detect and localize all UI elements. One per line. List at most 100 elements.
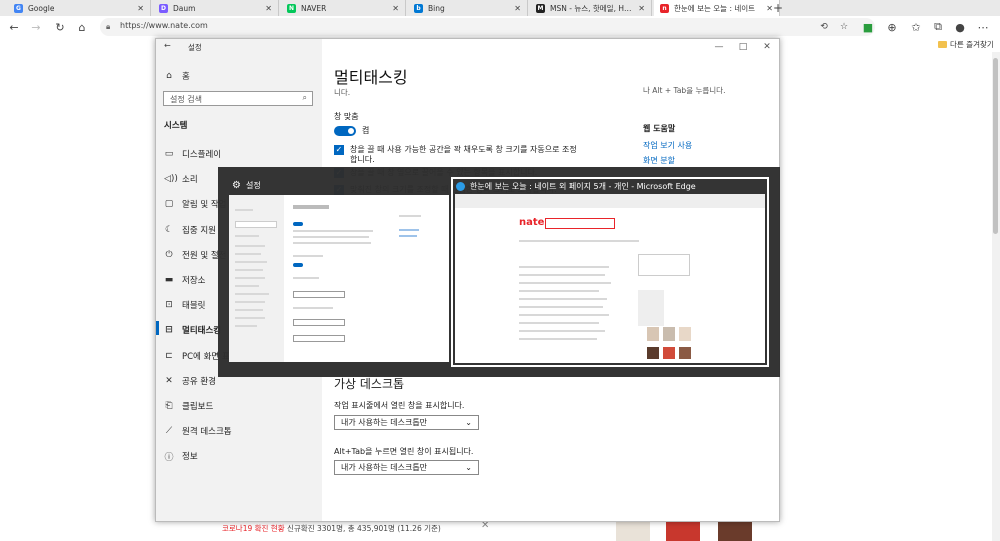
folder-icon: [938, 41, 947, 48]
edge-icon: [456, 182, 465, 191]
gear-icon: ⚙: [232, 180, 241, 191]
description-text: 니다.: [334, 88, 351, 97]
browser-tab[interactable]: D Daum ✕: [153, 0, 279, 16]
address-bar[interactable]: [100, 18, 875, 36]
back-arrow-icon[interactable]: ←: [164, 41, 171, 50]
translate-icon[interactable]: ⟲: [816, 16, 832, 38]
new-tab-button[interactable]: +: [773, 1, 783, 15]
tab-close-icon[interactable]: ✕: [265, 4, 272, 13]
close-window-icon[interactable]: ✕: [756, 39, 778, 55]
back-icon[interactable]: ←: [6, 16, 22, 38]
search-placeholder: 설정 검색: [170, 95, 202, 104]
favorites-icon[interactable]: ✩: [908, 16, 924, 38]
browser-tab[interactable]: b Bing ✕: [408, 0, 528, 16]
profile-icon[interactable]: ●: [952, 16, 968, 38]
maximize-icon[interactable]: □: [732, 39, 754, 55]
sidebar-item-label: 소리: [182, 175, 198, 186]
alttab-preview-settings[interactable]: [229, 195, 449, 362]
alttab-preview-edge[interactable]: nate: [455, 194, 765, 363]
speaker-icon: ◁)): [164, 174, 178, 185]
checkbox-icon[interactable]: ✓: [334, 145, 344, 155]
collections-icon[interactable]: ⧉: [930, 16, 946, 38]
sidebar-item-label: 집중 지원: [182, 225, 216, 236]
tab-label: 한눈에 보는 오늘 : 네이트: [674, 3, 756, 13]
forward-icon[interactable]: →: [28, 16, 44, 38]
refresh-icon[interactable]: ↻: [52, 16, 68, 38]
taskbar-dropdown[interactable]: 내가 사용하는 데스크톱만 ⌄: [334, 415, 479, 430]
remote-icon: ⟋: [165, 426, 173, 437]
taskbar-label: 작업 표시줄에서 열린 창을 표시합니다.: [334, 401, 465, 410]
alttab-item-edge-label[interactable]: 한눈에 보는 오늘 : 네이트 외 페이지 5개 - 개인 - Microsof…: [456, 181, 696, 192]
home-icon: ⌂: [166, 71, 172, 81]
section-title: 시스템: [164, 121, 188, 131]
browser-tab[interactable]: M MSN - 뉴스, 핫메일, Hotmail, Sk ✕: [530, 0, 652, 16]
alttab-item-settings-label[interactable]: ⚙ 설정: [232, 180, 261, 191]
tab-close-icon[interactable]: ✕: [137, 4, 144, 13]
help-description: 나 Alt + Tab을 누릅니다.: [643, 86, 726, 95]
shared-icon: ✕: [165, 375, 173, 386]
toggle-switch[interactable]: [334, 125, 356, 136]
sidebar-item[interactable]: ⎗ 클립보드: [164, 398, 213, 414]
extension-icon[interactable]: ⊕: [884, 16, 900, 38]
favorite-star-icon[interactable]: ☆: [836, 16, 852, 38]
sidebar-item[interactable]: ▬ 저장소: [164, 272, 206, 288]
extension-shield-icon[interactable]: ■: [860, 16, 876, 38]
page-title: 멀티태스킹: [334, 68, 408, 87]
sidebar-item[interactable]: ⓘ 정보: [164, 448, 197, 464]
browser-tab[interactable]: G Google ✕: [8, 0, 151, 16]
help-link-split-screen[interactable]: 화면 분할: [643, 155, 675, 166]
clipboard-icon: ⎗: [165, 401, 173, 411]
sidebar-item-label: 저장소: [182, 276, 206, 286]
info-icon: ⓘ: [164, 452, 174, 463]
product-image[interactable]: [616, 522, 650, 541]
favicon-icon: n: [660, 3, 669, 13]
sidebar-item[interactable]: ⊟ 멀티태스킹: [164, 322, 221, 338]
notification-icon: ▢: [164, 199, 174, 210]
more-menu-icon[interactable]: ⋯: [975, 16, 991, 38]
sidebar-home[interactable]: ⌂ 홈: [164, 68, 190, 84]
help-heading: 웹 도움말: [643, 124, 676, 133]
alttab-dropdown[interactable]: 내가 사용하는 데스크톱만 ⌄: [334, 460, 479, 475]
minimize-icon[interactable]: —: [708, 39, 730, 55]
active-indicator: [156, 321, 159, 335]
browser-tab[interactable]: n 한눈에 보는 오늘 : 네이트 ✕: [654, 0, 780, 16]
chevron-down-icon: ⌄: [465, 463, 472, 472]
home-icon[interactable]: ⌂: [74, 16, 90, 38]
tab-label: Google: [28, 3, 55, 13]
browser-tab[interactable]: N NAVER ✕: [281, 0, 406, 16]
tab-label: NAVER: [301, 3, 327, 13]
sidebar-item[interactable]: ✕ 공유 환경: [164, 373, 216, 389]
snap-toggle[interactable]: 켬: [334, 125, 369, 136]
sidebar-item[interactable]: ⊡ 태블릿: [164, 297, 205, 313]
favicon-icon: N: [287, 3, 296, 13]
sidebar-item-label: 클립보드: [182, 402, 214, 412]
moon-icon: ☾: [164, 224, 174, 235]
bookmark-folder[interactable]: 다른 즐겨찾기: [938, 39, 994, 50]
tab-label: Daum: [173, 3, 196, 13]
scrollbar-thumb[interactable]: [993, 58, 998, 234]
help-link-task-view[interactable]: 작업 보기 사용: [643, 140, 692, 151]
tab-close-icon[interactable]: ✕: [514, 4, 521, 13]
monitor-icon: ▭: [164, 149, 174, 159]
settings-search-input[interactable]: 설정 검색 ⌕: [163, 91, 313, 106]
multitask-icon: ⊟: [165, 325, 173, 336]
lock-icon[interactable]: 🔒︎: [106, 22, 110, 32]
product-image[interactable]: [666, 522, 700, 541]
favicon-icon: G: [14, 3, 23, 13]
sidebar-item[interactable]: ☾ 집중 지원: [164, 222, 216, 238]
url-text: https://www.nate.com: [120, 21, 208, 30]
favicon-icon: b: [414, 3, 423, 13]
snap-option-checkbox[interactable]: ✓ 창을 끌 때 사용 가능한 공간을 꽉 채우도록 창 크기를 자동으로 조정합…: [334, 145, 579, 165]
tab-label: MSN - 뉴스, 핫메일, Hotmail, Sk: [550, 3, 633, 13]
tab-close-icon[interactable]: ✕: [392, 4, 399, 13]
sidebar-item-label: 공유 환경: [182, 376, 216, 387]
favicon-icon: D: [159, 3, 168, 13]
nate-logo: nate: [519, 217, 545, 228]
sidebar-item[interactable]: ▭ 디스플레이: [164, 146, 221, 162]
tab-close-icon[interactable]: ✕: [638, 4, 645, 13]
sidebar-item[interactable]: ◁)) 소리: [164, 171, 198, 187]
tab-close-icon[interactable]: ✕: [766, 4, 773, 13]
sidebar-item[interactable]: ⟋ 원격 데스크톱: [164, 423, 232, 439]
covid-label[interactable]: 코로나19 확진 현황: [222, 523, 285, 534]
product-image[interactable]: [718, 522, 752, 541]
